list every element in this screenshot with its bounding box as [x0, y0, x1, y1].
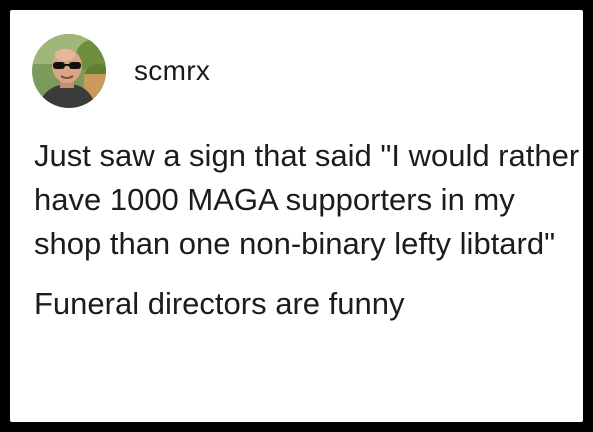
- post-header: scmrx: [32, 32, 210, 110]
- post-paragraph: Just saw a sign that said "I would rathe…: [34, 138, 580, 261]
- post-body: Just saw a sign that said "I would rathe…: [34, 134, 582, 326]
- avatar[interactable]: [32, 34, 106, 108]
- post-card: scmrx Just saw a sign that said "I would…: [10, 10, 583, 422]
- author-username[interactable]: scmrx: [134, 55, 210, 87]
- avatar-photo-icon: [32, 34, 106, 108]
- post-paragraph: Funeral directors are funny: [34, 286, 405, 321]
